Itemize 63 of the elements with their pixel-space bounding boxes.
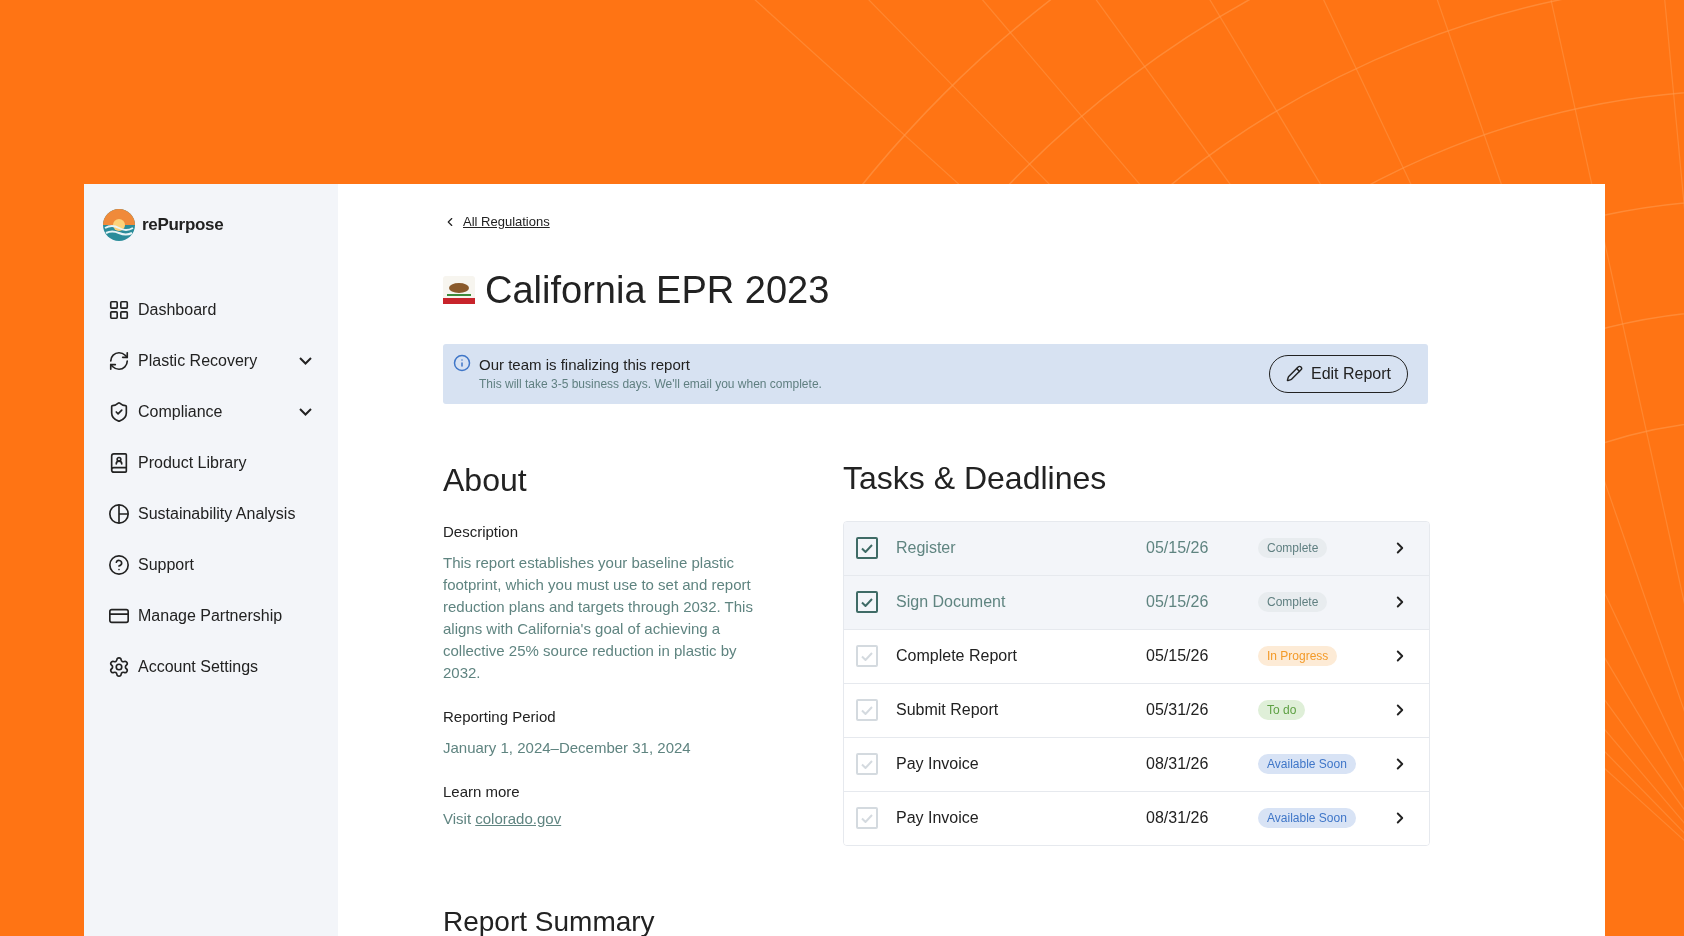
back-link[interactable]: All Regulations (443, 214, 550, 229)
book-person-icon (108, 451, 130, 474)
task-row[interactable]: Pay Invoice 08/31/26 Available Soon (844, 790, 1429, 845)
nav-item[interactable]: Plastic Recovery (102, 335, 312, 386)
task-date: 08/31/26 (1146, 809, 1210, 827)
pie-chart-icon (108, 502, 130, 525)
nav-item[interactable]: Sustainability Analysis (102, 488, 312, 539)
nav-item[interactable]: Product Library (102, 437, 312, 488)
logo-icon (102, 208, 136, 242)
task-date: 05/15/26 (1146, 593, 1210, 611)
status-badge: Complete (1258, 592, 1328, 612)
pencil-icon (1285, 365, 1303, 382)
info-icon (453, 353, 471, 372)
grid-icon (108, 298, 130, 321)
check-icon (861, 597, 873, 607)
website-link[interactable]: colorado.gov (475, 809, 562, 827)
field-label: Reporting Period (443, 707, 557, 725)
banner-subtitle: This will take 3-5 business days. We'll email you when complete. (479, 377, 823, 391)
status-badge: In Progress (1258, 646, 1338, 666)
settings-icon (108, 655, 130, 678)
shield-check-icon (108, 400, 130, 423)
task-date: 08/31/26 (1146, 755, 1210, 773)
check-icon (861, 813, 873, 823)
field-value: This report establishes your baseline plastic footprint, which you must use to set and report reduction plans and targets through 2032. This aligns with California's goal of achieving a collective 25% source reduction in plastic by 2032. (443, 552, 754, 683)
help-icon (108, 553, 130, 576)
task-name: Pay Invoice (896, 809, 980, 827)
task-row[interactable]: Register 05/15/26 Complete (844, 521, 1429, 575)
page-title: California EPR 2023 (485, 268, 830, 312)
check-icon (861, 759, 873, 769)
nav-item[interactable]: Manage Partnership (102, 590, 312, 641)
task-date: 05/15/26 (1146, 539, 1210, 557)
nav-item[interactable]: Account Settings (102, 641, 312, 692)
status-badge: To do (1258, 700, 1306, 720)
section-heading: Tasks & Deadlines (843, 459, 1108, 497)
task-date: 05/15/26 (1146, 647, 1210, 665)
field-label: Description (443, 522, 520, 540)
banner-title: Our team is finalizing this report (479, 356, 691, 373)
visit-text: Visit colorado.gov (443, 809, 563, 827)
checkbox[interactable] (856, 537, 878, 559)
nav-item[interactable]: Compliance (102, 386, 312, 437)
nav-item[interactable]: Support (102, 539, 312, 590)
section-heading: About (443, 461, 528, 499)
status-badge: Available Soon (1258, 808, 1356, 828)
section-heading: Report Summary (443, 905, 656, 936)
status-badge: Complete (1258, 538, 1328, 558)
check-icon (861, 651, 873, 661)
nav-item[interactable]: Dashboard (102, 284, 312, 335)
task-date: 05/31/26 (1146, 701, 1210, 719)
flag-icon (443, 276, 475, 304)
task-name: Submit Report (896, 701, 1000, 719)
task-row[interactable]: Sign Document 05/15/26 Complete (844, 574, 1429, 629)
status-badge: Available Soon (1258, 754, 1356, 774)
field-label: Learn more (443, 782, 521, 800)
task-name: Register (896, 539, 957, 557)
task-name: Pay Invoice (896, 755, 980, 773)
check-icon (861, 705, 873, 715)
task-name: Sign Document (896, 593, 1007, 611)
check-icon (861, 543, 873, 553)
field-value: January 1, 2024–December 31, 2024 (443, 737, 692, 758)
brand-name: rePurpose (142, 215, 224, 235)
refresh-icon (108, 349, 130, 372)
checkbox[interactable] (856, 591, 878, 613)
task-name: Complete Report (896, 647, 1018, 665)
